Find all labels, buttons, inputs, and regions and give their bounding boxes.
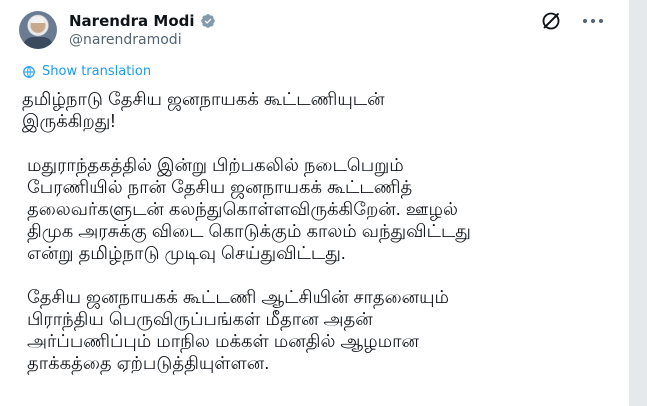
show-translation-link[interactable]: Show translation (22, 64, 151, 79)
more-options-icon[interactable] (581, 12, 605, 30)
author-row: Narendra Modi (69, 11, 216, 31)
tweet-paragraph: தமிழ்நாடு தேசிய ஜனநாயகக் கூட்டணியுடன் இர… (22, 89, 385, 131)
tweet-card: Narendra Modi @narendramodi Show transla… (0, 0, 629, 406)
tweet-text: தமிழ்நாடு தேசிய ஜனநாயகக் கூட்டணியுடன் இர… (22, 88, 622, 396)
grok-icon[interactable] (540, 10, 562, 32)
globe-icon (23, 65, 35, 78)
tweet-paragraph: மதுராந்தகத்தில் இன்று பிற்பகலில் நடைபெறு… (27, 155, 471, 263)
avatar[interactable] (19, 11, 57, 49)
author-name[interactable]: Narendra Modi (69, 12, 195, 30)
verified-badge-icon (200, 14, 215, 28)
author-handle[interactable]: @narendramodi (69, 32, 182, 48)
tweet-paragraph: தேசிய ஜனநாயகக் கூட்டணி ஆட்சியின் சாதனையு… (27, 287, 450, 373)
show-translation-label: Show translation (42, 64, 152, 79)
page-edge (629, 0, 647, 406)
